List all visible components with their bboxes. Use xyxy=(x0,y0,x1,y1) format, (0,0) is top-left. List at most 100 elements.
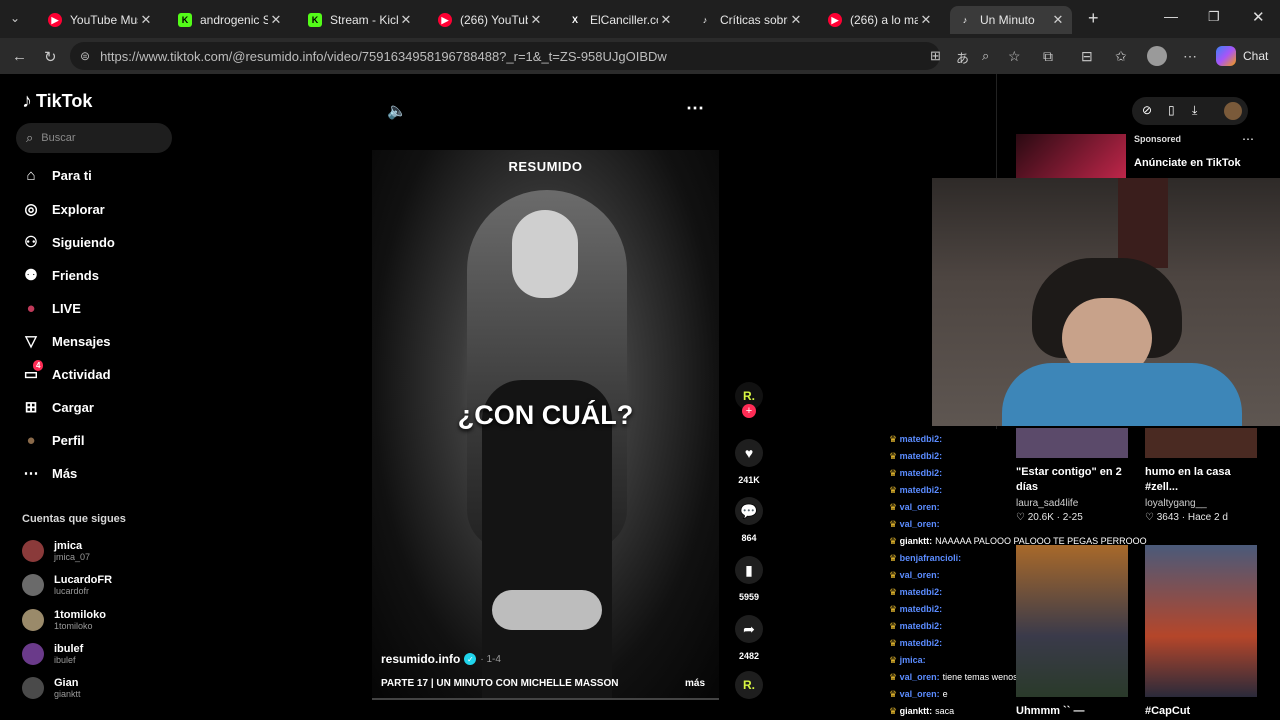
video-card[interactable]: "Estar contigo" en 2 días laura_sad4life ♡… xyxy=(1016,465,1128,523)
coins-icon[interactable]: ⊘ xyxy=(1142,103,1152,117)
nav-item-label: Mensajes xyxy=(52,333,111,349)
nav-item-actividad[interactable]: ▭ 4 Actividad xyxy=(20,360,111,387)
url-field[interactable]: ⊜ https://www.tiktok.com/@resumido.info/… xyxy=(70,42,940,70)
video-more-icon[interactable]: ⋯ xyxy=(686,98,704,119)
video-card[interactable]: #CapCut xyxy=(1145,704,1257,719)
video-player[interactable]: RESUMIDO ¿CON CUÁL? xyxy=(372,150,719,700)
chat-badge-icon: ♛ xyxy=(889,468,900,478)
nav-item-explorar[interactable]: ◎ Explorar xyxy=(20,196,104,222)
tab-close-icon[interactable]: ✕ xyxy=(918,12,934,28)
chat-username: val_oren: xyxy=(899,689,940,699)
tab-close-icon[interactable]: ✕ xyxy=(398,12,414,28)
avatar xyxy=(22,540,44,562)
tab-close-icon[interactable]: ✕ xyxy=(1050,12,1066,28)
close-window-button[interactable]: ✕ xyxy=(1252,8,1265,26)
video-card[interactable]: Uhmmm `` — xyxy=(1016,704,1128,719)
tab-3[interactable]: K Stream - Kick D✕ xyxy=(300,6,420,34)
tab-close-icon[interactable]: ✕ xyxy=(788,12,804,28)
nav-item-mensajes[interactable]: ▽ Mensajes xyxy=(20,328,111,354)
favorite-star-icon[interactable]: ☆ xyxy=(1008,48,1021,65)
video-author[interactable]: resumido.info xyxy=(381,652,460,666)
following-account[interactable]: ibulef ibulef xyxy=(22,643,83,665)
kick-icon: K xyxy=(178,13,192,27)
creator-avatar-button[interactable]: R. + xyxy=(735,382,763,418)
nav-item-perfil[interactable]: ● Perfil xyxy=(20,427,84,453)
volume-icon[interactable]: 🔈 xyxy=(387,101,407,121)
nav-item-live[interactable]: ● LIVE xyxy=(20,295,80,321)
comment-icon: 💬 xyxy=(735,497,763,525)
tab-close-icon[interactable]: ✕ xyxy=(658,12,674,28)
zoom-icon[interactable]: ⌕ xyxy=(982,48,989,64)
user-avatar[interactable] xyxy=(1224,102,1242,120)
tab-close-icon[interactable]: ✕ xyxy=(528,12,544,28)
split-screen-icon[interactable]: ⊟ xyxy=(1081,48,1093,65)
chat-badge-icon: ♛ xyxy=(889,587,900,597)
follow-plus-icon[interactable]: + xyxy=(742,404,756,418)
tab-title: Un Minuto xyxy=(980,13,1035,27)
nav-item-cargar[interactable]: ⊞ Cargar xyxy=(20,394,94,420)
minimize-button[interactable]: — xyxy=(1164,8,1178,24)
tiktok-icon: ♪ xyxy=(962,15,968,25)
favorites-icon[interactable]: ✩ xyxy=(1115,48,1127,65)
nav-item-más[interactable]: ⋯ Más xyxy=(20,460,78,486)
tab-1[interactable]: ▶ YouTube Music✕ xyxy=(40,6,160,34)
video-more-link[interactable]: más xyxy=(685,678,705,689)
following-account[interactable]: jmica jmica_07 xyxy=(22,540,90,562)
tiktok-logo[interactable]: ♪ TikTok xyxy=(22,90,92,113)
tab-8[interactable]: ♪ Un Minuto ✕ xyxy=(950,6,1072,34)
reload-icon[interactable]: ↻ xyxy=(44,48,57,66)
comment-button[interactable]: 💬 864 xyxy=(735,497,763,543)
video-progress-track[interactable] xyxy=(372,698,719,700)
card-thumbnail-4[interactable] xyxy=(1145,545,1257,697)
nav-item-friends[interactable]: ⚉ Friends xyxy=(20,262,99,288)
nav-item-siguiendo[interactable]: ⚇ Siguiendo xyxy=(20,229,115,255)
search-box[interactable]: ⌕ Buscar xyxy=(16,123,172,153)
tab-4[interactable]: ▶ (266) YouTube✕ xyxy=(430,6,550,34)
maximize-button[interactable]: ❐ xyxy=(1208,9,1220,25)
settings-more-icon[interactable]: ⋯ xyxy=(1183,48,1197,65)
save-button[interactable]: ▮ 5959 xyxy=(735,556,763,602)
chat-message: ♛ matedbi2: xyxy=(889,468,945,479)
site-info-icon[interactable]: ⊜ xyxy=(80,49,90,63)
tab-list-icon[interactable]: ⌄ xyxy=(10,11,20,25)
nav-item-para-ti[interactable]: ⌂ Para ti xyxy=(20,162,91,188)
following-account[interactable]: Gian gianktt xyxy=(22,677,81,699)
tab-7[interactable]: ▶ (266) a lo mald✕ xyxy=(820,6,940,34)
card-thumbnail-3[interactable] xyxy=(1016,545,1128,697)
card-thumbnail-1[interactable] xyxy=(1016,428,1128,458)
tab-5[interactable]: X ElCanciller.com✕ xyxy=(560,6,680,34)
back-icon[interactable]: ← xyxy=(12,48,27,65)
chat-badge-icon: ♛ xyxy=(889,689,900,699)
kick-icon: K xyxy=(308,13,322,27)
card-thumbnail-2[interactable] xyxy=(1145,428,1257,458)
video-card[interactable]: humo en la casa #zell... loyaltygang__ ♡ 3… xyxy=(1145,465,1257,523)
like-button[interactable]: ♥ 241K xyxy=(735,439,763,485)
chat-label[interactable]: Chat xyxy=(1243,49,1268,63)
download-icon[interactable]: ⤓ xyxy=(1192,103,1197,118)
chat-badge-icon: ♛ xyxy=(889,451,900,461)
tab-close-icon[interactable]: ✕ xyxy=(268,12,284,28)
home-icon: ⌂ xyxy=(26,166,36,184)
apps-icon[interactable]: ⊞ xyxy=(930,48,941,64)
sponsored-thumbnail[interactable] xyxy=(1016,134,1126,180)
chat-badge-icon: ♛ xyxy=(889,672,900,682)
chat-badge-icon: ♛ xyxy=(889,536,900,546)
copilot-icon[interactable] xyxy=(1216,46,1236,66)
sponsored-title[interactable]: Anúnciate en TikTok xyxy=(1134,157,1241,169)
tab-close-icon[interactable]: ✕ xyxy=(138,12,154,28)
new-tab-button[interactable]: + xyxy=(1088,8,1099,29)
sound-disc-button[interactable]: R. xyxy=(735,671,763,699)
translate-icon[interactable]: あ xyxy=(956,48,969,67)
tab-6[interactable]: ♪ Críticas sobre e✕ xyxy=(690,6,810,34)
tab-2[interactable]: Kandrogenic Stre✕ xyxy=(170,6,290,34)
profile-avatar-icon[interactable] xyxy=(1147,46,1167,66)
following-account[interactable]: 1tomiloko 1tomiloko xyxy=(22,609,106,631)
top-right-toolbar: ⊘ ▯ ⤓ xyxy=(1132,97,1248,125)
profile-icon: ● xyxy=(26,431,36,449)
upload-icon: ⊞ xyxy=(24,399,38,416)
sponsored-more-icon[interactable]: ⋯ xyxy=(1242,132,1254,146)
share-button[interactable]: ➦ 2482 xyxy=(735,615,763,661)
extensions-icon[interactable]: ⧉ xyxy=(1043,48,1053,65)
following-account[interactable]: LucardoFR lucardofr xyxy=(22,574,112,596)
device-icon[interactable]: ▯ xyxy=(1168,103,1175,117)
